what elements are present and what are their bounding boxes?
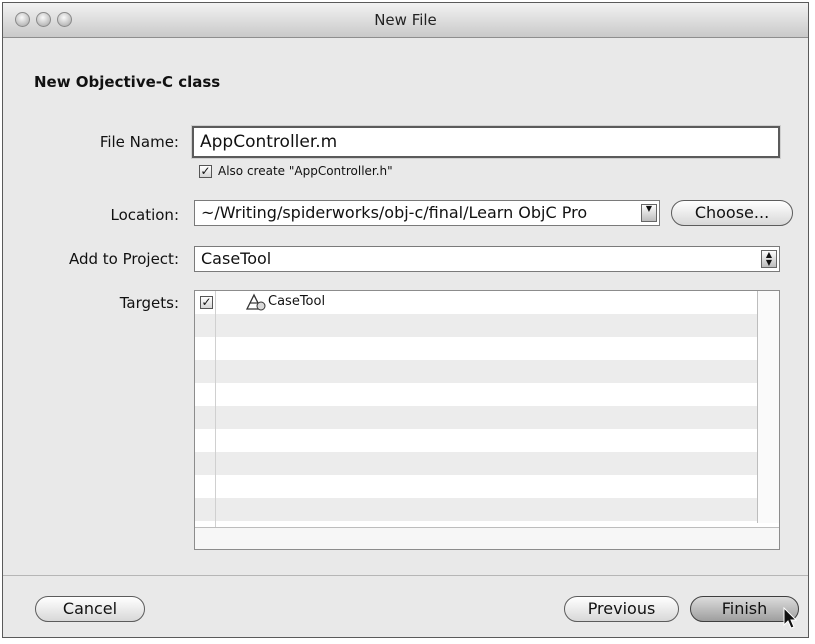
target-name: CaseTool xyxy=(268,294,326,309)
table-row xyxy=(195,383,757,406)
target-app-icon xyxy=(245,293,266,311)
window-title: New File xyxy=(374,11,437,29)
target-checkbox[interactable]: ✓ xyxy=(200,296,213,309)
chevron-down-icon: ▼ xyxy=(641,204,657,222)
table-row xyxy=(195,452,757,475)
table-row xyxy=(195,498,757,521)
location-value: ~/Writing/spiderworks/obj-c/final/Learn … xyxy=(201,203,588,222)
also-create-label: Also create "AppController.h" xyxy=(218,164,393,178)
cancel-button[interactable]: Cancel xyxy=(35,596,145,622)
mouse-cursor-icon xyxy=(783,607,798,629)
horizontal-scrollbar[interactable] xyxy=(195,527,779,549)
table-row xyxy=(195,475,757,498)
project-value: CaseTool xyxy=(201,249,272,268)
new-file-dialog: New File New Objective-C class File Name… xyxy=(2,2,809,638)
also-create-checkbox[interactable]: ✓ xyxy=(199,165,212,178)
table-row xyxy=(195,337,757,360)
previous-button[interactable]: Previous xyxy=(564,596,679,622)
table-row xyxy=(195,429,757,452)
targets-label: Targets: xyxy=(119,294,179,312)
location-label: Location: xyxy=(110,206,180,224)
updown-arrows-icon: ▲ ▼ xyxy=(761,250,777,268)
table-row xyxy=(195,406,757,429)
location-popup[interactable]: ~/Writing/spiderworks/obj-c/final/Learn … xyxy=(194,200,660,226)
targets-table: ✓ CaseTool xyxy=(194,290,780,550)
project-label: Add to Project: xyxy=(68,250,179,268)
title-bar[interactable]: New File xyxy=(3,3,808,38)
footer-divider xyxy=(3,575,808,576)
table-row xyxy=(195,314,757,337)
vertical-scrollbar[interactable] xyxy=(757,291,779,523)
column-divider xyxy=(215,291,216,541)
table-row xyxy=(195,360,757,383)
file-name-input[interactable]: AppController.m xyxy=(192,126,780,158)
file-name-label: File Name: xyxy=(99,133,179,151)
table-row[interactable]: ✓ CaseTool xyxy=(195,291,757,314)
choose-button[interactable]: Choose... xyxy=(671,200,793,226)
project-popup[interactable]: CaseTool ▲ ▼ xyxy=(194,246,780,272)
page-title: New Objective-C class xyxy=(34,73,221,91)
